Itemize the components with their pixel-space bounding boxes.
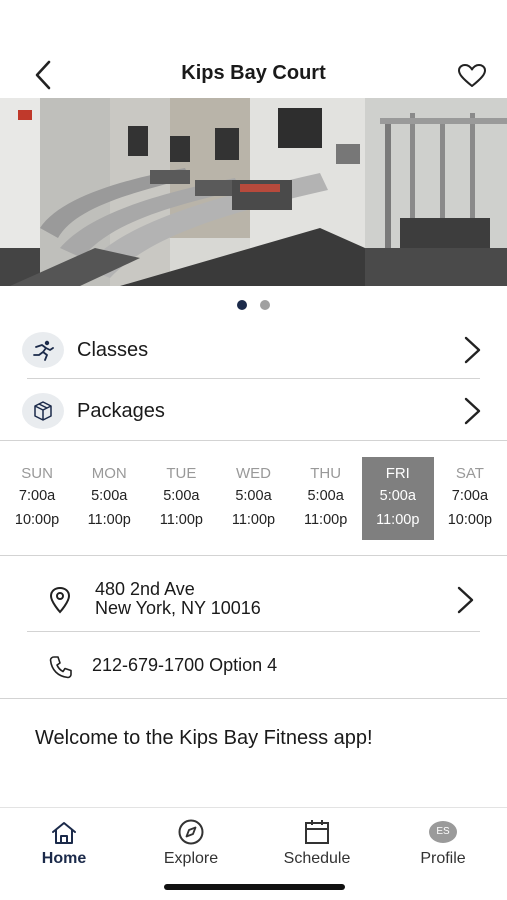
running-person-icon (33, 340, 54, 361)
day-name: TUE (166, 465, 197, 482)
chevron-right-icon (464, 336, 481, 364)
tab-schedule[interactable]: Schedule (262, 808, 372, 868)
heart-outline-icon (458, 64, 486, 87)
tab-explore[interactable]: Explore (136, 808, 246, 868)
hero-image[interactable] (0, 98, 507, 286)
open-time: 7:00a (18, 488, 56, 504)
hours-day-fri-today: FRI 5:00a 11:00p (361, 457, 434, 540)
carousel-pager[interactable] (0, 300, 507, 310)
address-text: 480 2nd Ave New York, NY 10016 (95, 580, 261, 618)
day-name: SUN (21, 465, 53, 482)
phone-number[interactable]: 212-679-1700 Option 4 (92, 655, 277, 676)
close-time: 11:00p (376, 512, 420, 528)
tab-label: Home (41, 850, 87, 867)
classes-label: Classes (77, 338, 149, 361)
welcome-message: Welcome to the Kips Bay Fitness app! (35, 727, 373, 749)
day-name: WED (235, 465, 271, 482)
tab-home[interactable]: Home (9, 808, 119, 868)
tab-profile[interactable]: ES Profile (388, 808, 498, 868)
section-divider (0, 698, 507, 699)
close-time: 10:00p (14, 512, 60, 528)
location-pin-icon (49, 586, 71, 614)
close-time: 11:00p (87, 512, 131, 528)
hours-day-mon: MON 5:00a 11:00p (73, 457, 145, 540)
address-line2: New York, NY 10016 (95, 598, 261, 618)
section-divider (0, 555, 507, 556)
address-divider (27, 631, 480, 632)
tab-label: Explore (163, 850, 219, 867)
chevron-right-icon (464, 397, 481, 425)
compass-icon (178, 819, 204, 845)
day-name: THU (310, 465, 342, 482)
close-time: 11:00p (159, 512, 203, 528)
day-name: FRI (385, 465, 410, 482)
phone-icon (49, 656, 72, 679)
avatar: ES (429, 821, 457, 843)
address-line1: 480 2nd Ave (95, 579, 195, 599)
menu-divider (27, 378, 480, 379)
open-time: 5:00a (91, 488, 128, 504)
open-time: 5:00a (235, 488, 272, 504)
tab-label: Profile (420, 850, 466, 867)
tab-label: Schedule (283, 850, 351, 867)
day-name: MON (91, 465, 127, 482)
open-time: 5:00a (379, 488, 416, 504)
close-time: 11:00p (231, 512, 276, 528)
day-name: SAT (455, 465, 484, 482)
hours-day-thu: THU 5:00a 11:00p (290, 457, 362, 540)
calendar-icon (305, 820, 329, 844)
home-icon (52, 822, 76, 844)
home-indicator (164, 884, 345, 890)
favorite-button[interactable] (456, 62, 488, 90)
treadmills-photo (0, 98, 507, 286)
hours-day-sun: SUN 7:00a 10:00p (1, 457, 73, 540)
pager-dot[interactable] (260, 300, 270, 310)
chevron-right-icon (457, 586, 474, 614)
classes-row[interactable]: Classes (22, 328, 492, 372)
pager-dot-active[interactable] (237, 300, 247, 310)
classes-icon-circle (22, 332, 64, 368)
open-time: 5:00a (163, 488, 200, 504)
section-divider (0, 440, 507, 441)
open-time: 7:00a (451, 488, 489, 504)
packages-row[interactable]: Packages (22, 389, 492, 433)
hours-day-sat: SAT 7:00a 10:00p (434, 457, 506, 540)
close-time: 10:00p (447, 512, 493, 528)
hours-day-wed: WED 5:00a 11:00p (217, 457, 289, 540)
open-time: 5:00a (307, 488, 344, 504)
page-title: Kips Bay Court (181, 62, 326, 84)
hours-day-tue: TUE 5:00a 11:00p (145, 457, 217, 540)
close-time: 11:00p (303, 512, 348, 528)
packages-label: Packages (77, 399, 165, 422)
packages-icon-circle (22, 393, 64, 429)
hours-table: SUN 7:00a 10:00p MON 5:00a 11:00p TUE 5:… (0, 457, 507, 540)
package-box-icon (34, 401, 52, 421)
